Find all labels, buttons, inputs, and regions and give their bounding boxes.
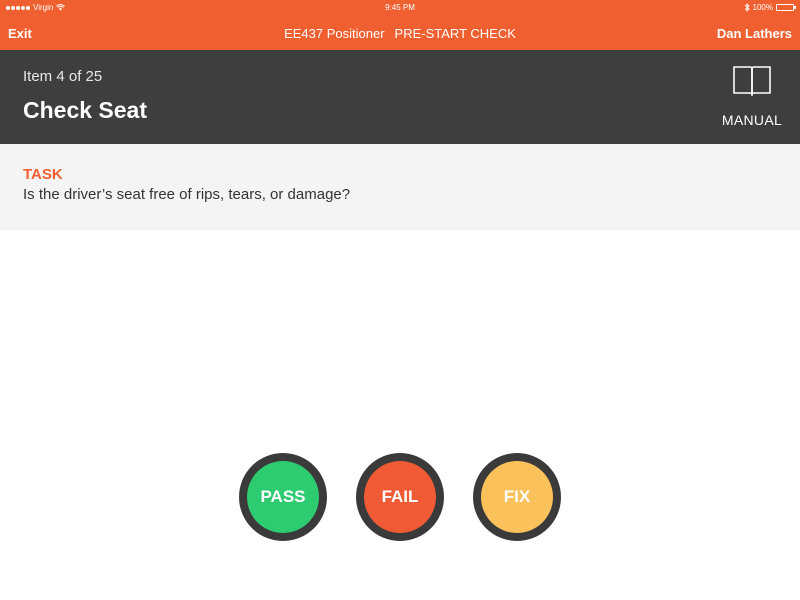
- manual-label: MANUAL: [721, 112, 783, 128]
- battery-percent: 100%: [752, 3, 773, 12]
- task-panel: TASK Is the driver’s seat free of rips, …: [0, 144, 800, 230]
- item-header: Item 4 of 25 Check Seat MANUAL: [0, 50, 800, 144]
- user-name-button[interactable]: Dan Lathers: [717, 26, 792, 41]
- fail-label: FAIL: [364, 461, 436, 533]
- fix-label: FIX: [481, 461, 553, 533]
- manual-button[interactable]: MANUAL: [718, 64, 786, 134]
- pass-label: PASS: [247, 461, 319, 533]
- page-title: Check Seat: [23, 97, 148, 123]
- nav-title: EE437 Positioner PRE-START CHECK: [0, 26, 800, 41]
- status-bar: Virgin 9:45 PM 100%: [0, 0, 800, 16]
- navigation-bar: Exit EE437 Positioner PRE-START CHECK Dan…: [0, 16, 800, 50]
- battery-icon: [776, 4, 796, 11]
- task-label: TASK: [23, 166, 63, 183]
- pass-button[interactable]: PASS: [239, 453, 327, 541]
- status-right: 100%: [744, 3, 796, 12]
- item-counter: Item 4 of 25: [23, 68, 103, 85]
- check-type: PRE-START CHECK: [394, 26, 516, 41]
- task-question: Is the driver’s seat free of rips, tears…: [23, 186, 351, 203]
- fix-button[interactable]: FIX: [473, 453, 561, 541]
- asset-name: EE437 Positioner: [284, 26, 385, 41]
- bluetooth-icon: [744, 3, 750, 12]
- status-time: 9:45 PM: [385, 3, 415, 12]
- action-buttons: PASS FAIL FIX: [0, 453, 800, 541]
- book-icon: [733, 66, 771, 96]
- fail-button[interactable]: FAIL: [356, 453, 444, 541]
